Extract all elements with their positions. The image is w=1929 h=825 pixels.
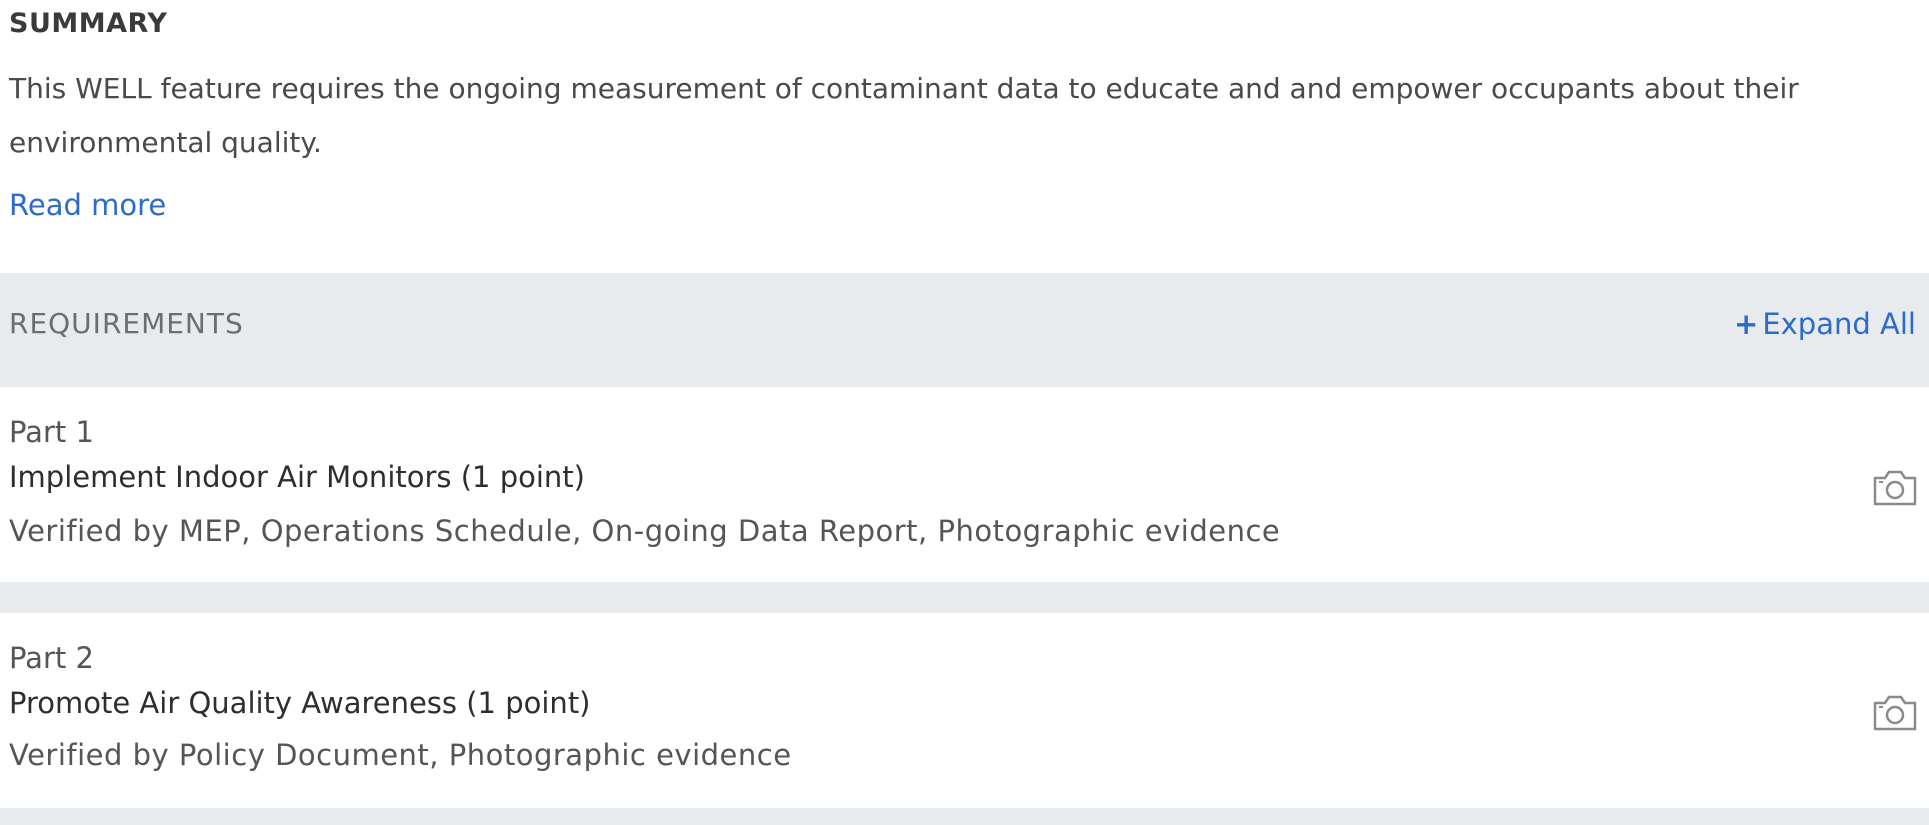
expand-all-label: Expand All	[1762, 307, 1916, 341]
part-label: Part 1	[9, 415, 94, 449]
requirement-part-1[interactable]: Part 1 Implement Indoor Air Monitors (1 …	[0, 387, 1929, 582]
camera-icon[interactable]	[1871, 693, 1919, 733]
row-separator	[0, 582, 1929, 613]
part-label: Part 2	[9, 641, 94, 675]
requirements-title: REQUIREMENTS	[9, 307, 244, 340]
part-verified-by: Verified by MEP, Operations Schedule, On…	[9, 514, 1281, 548]
plus-icon: +	[1734, 307, 1759, 341]
read-more-link[interactable]: Read more	[9, 188, 166, 222]
expand-all-button[interactable]: + Expand All	[1734, 307, 1916, 341]
part-verified-by: Verified by Policy Document, Photographi…	[9, 738, 792, 772]
feature-detail-page: SUMMARY This WELL feature requires the o…	[0, 0, 1929, 825]
part-name: Implement Indoor Air Monitors (1 point)	[9, 460, 585, 494]
camera-icon[interactable]	[1871, 468, 1919, 508]
summary-title: SUMMARY	[9, 8, 168, 39]
summary-text: This WELL feature requires the ongoing m…	[9, 72, 1799, 159]
requirements-header: REQUIREMENTS + Expand All	[0, 273, 1929, 387]
row-separator	[0, 808, 1929, 825]
requirement-part-2[interactable]: Part 2 Promote Air Quality Awareness (1 …	[0, 613, 1929, 808]
part-name: Promote Air Quality Awareness (1 point)	[9, 686, 591, 720]
